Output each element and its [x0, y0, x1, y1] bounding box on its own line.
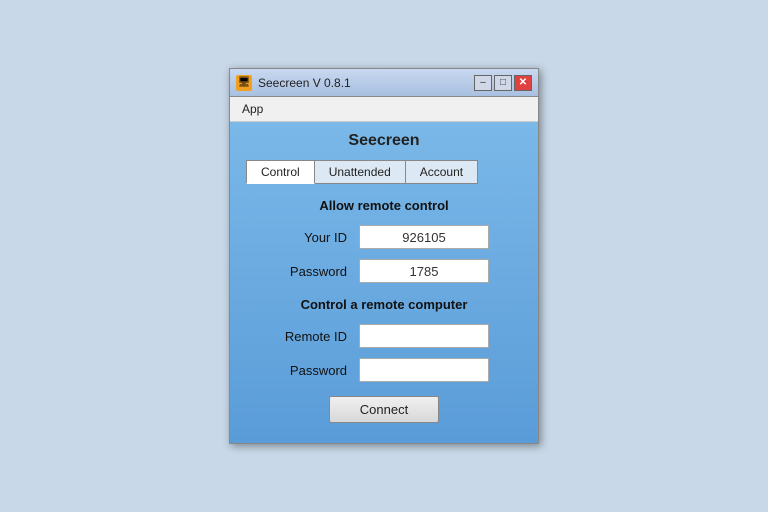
- your-id-label: Your ID: [279, 230, 359, 245]
- allow-password-group: Password: [246, 259, 522, 283]
- title-bar: 🖥 Seecreen V 0.8.1 – □ ✕: [230, 69, 538, 97]
- minimize-button[interactable]: –: [474, 75, 492, 91]
- your-id-input[interactable]: [359, 225, 489, 249]
- remote-id-group: Remote ID: [246, 324, 522, 348]
- maximize-button[interactable]: □: [494, 75, 512, 91]
- window-title: Seecreen V 0.8.1: [258, 76, 351, 90]
- main-window: 🖥 Seecreen V 0.8.1 – □ ✕ App Seecreen Co…: [229, 68, 539, 444]
- control-section-heading: Control a remote computer: [246, 297, 522, 312]
- connect-button[interactable]: Connect: [329, 396, 439, 423]
- allow-password-input[interactable]: [359, 259, 489, 283]
- window-controls: – □ ✕: [474, 75, 532, 91]
- control-password-group: Password: [246, 358, 522, 382]
- section-divider: Control a remote computer: [246, 297, 522, 312]
- remote-id-label: Remote ID: [279, 329, 359, 344]
- control-password-input[interactable]: [359, 358, 489, 382]
- your-id-group: Your ID: [246, 225, 522, 249]
- allow-section-heading: Allow remote control: [246, 198, 522, 213]
- tab-bar: Control Unattended Account: [246, 160, 522, 184]
- allow-password-label: Password: [279, 264, 359, 279]
- app-title: Seecreen: [246, 132, 522, 150]
- tab-control[interactable]: Control: [246, 160, 315, 184]
- remote-id-input[interactable]: [359, 324, 489, 348]
- title-bar-left: 🖥 Seecreen V 0.8.1: [236, 75, 351, 91]
- connect-row: Connect: [246, 396, 522, 423]
- tab-unattended[interactable]: Unattended: [314, 160, 406, 184]
- control-password-label: Password: [279, 363, 359, 378]
- tab-account[interactable]: Account: [405, 160, 478, 184]
- close-button[interactable]: ✕: [514, 75, 532, 91]
- content-area: Seecreen Control Unattended Account Allo…: [230, 122, 538, 443]
- app-icon: 🖥: [236, 75, 252, 91]
- menu-item-app[interactable]: App: [236, 100, 269, 118]
- menu-bar: App: [230, 97, 538, 122]
